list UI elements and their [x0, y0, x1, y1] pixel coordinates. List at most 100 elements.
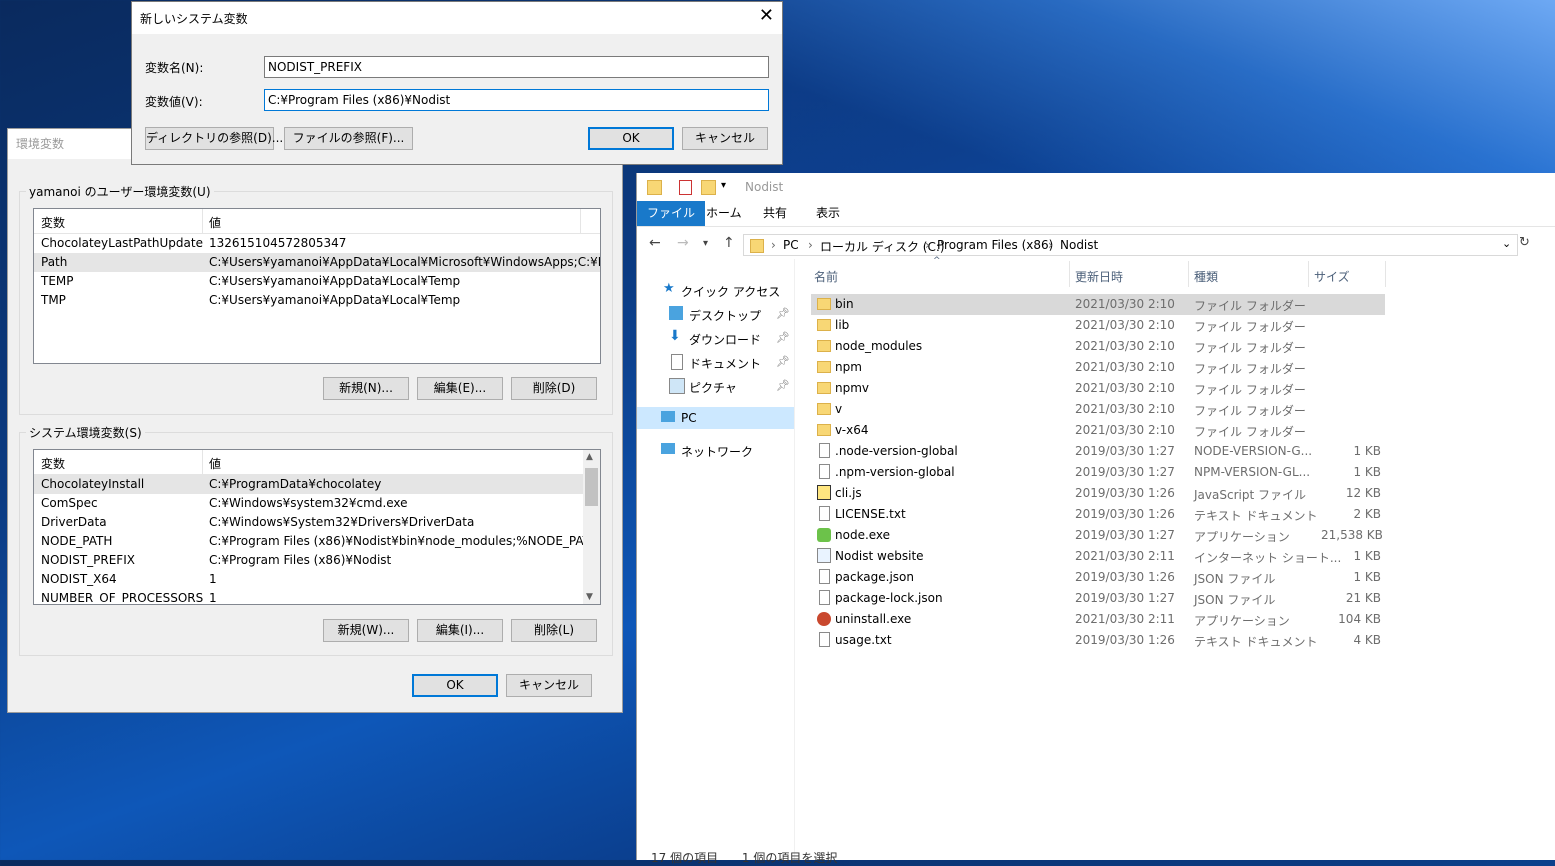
pin-icon[interactable]: 📌︎: [776, 331, 790, 344]
file-icon: [819, 506, 830, 521]
list-item[interactable]: v-x64 2021/03/30 2:10 ファイル フォルダー: [811, 420, 1385, 441]
list-item[interactable]: .node-version-global 2019/03/30 1:27 NODE-…: [811, 441, 1385, 462]
file-size: 12 KB: [1345, 486, 1381, 500]
nav-pictures[interactable]: ピクチャ 📌︎: [637, 375, 794, 397]
nav-downloads[interactable]: ⬇ ダウンロード 📌︎: [637, 327, 794, 349]
table-row[interactable]: ChocolateyInstall C:¥ProgramData¥chocolat…: [34, 475, 600, 494]
list-item[interactable]: package.json 2019/03/30 1:26 JSON ファイル 1 KB: [811, 567, 1385, 588]
tab-view[interactable]: 表示: [806, 201, 850, 226]
list-item[interactable]: LICENSE.txt 2019/03/30 1:26 テキスト ドキュメント 2 K…: [811, 504, 1385, 525]
table-row[interactable]: Path C:¥Users¥yamanoi¥AppData¥Local¥Micro…: [34, 253, 600, 272]
list-item[interactable]: lib 2021/03/30 2:10 ファイル フォルダー: [811, 315, 1385, 336]
file-type: NODE-VERSION-G...: [1194, 444, 1313, 458]
nav-quick-access[interactable]: ★ クイック アクセス: [637, 279, 794, 301]
list-item[interactable]: npm 2021/03/30 2:10 ファイル フォルダー: [811, 357, 1385, 378]
close-icon[interactable]: ✕: [759, 5, 774, 26]
env-ok-button[interactable]: OK: [412, 674, 498, 697]
tab-share[interactable]: 共有: [753, 201, 797, 226]
var-name-input[interactable]: NODIST_PREFIX: [264, 56, 769, 78]
system-vars-list[interactable]: 変数 値 ChocolateyInstall C:¥ProgramData¥cho…: [33, 449, 601, 605]
table-row[interactable]: NUMBER_OF_PROCESSORS 1: [34, 589, 600, 604]
user-new-button[interactable]: 新規(N)...: [323, 377, 409, 400]
user-edit-button[interactable]: 編集(E)...: [417, 377, 503, 400]
list-item[interactable]: Nodist website 2021/03/30 2:11 インターネット ショー…: [811, 546, 1385, 567]
nav-documents[interactable]: ドキュメント 📌︎: [637, 351, 794, 373]
customize-dropdown-icon[interactable]: ▾: [721, 180, 726, 191]
column-size[interactable]: サイズ: [1314, 268, 1350, 285]
col-var-header[interactable]: 変数: [41, 214, 65, 231]
nav-pc[interactable]: PC: [637, 407, 794, 429]
variable-name: ComSpec: [41, 496, 98, 510]
properties-icon[interactable]: [679, 180, 692, 195]
list-item[interactable]: usage.txt 2019/03/30 1:26 テキスト ドキュメント 4 KB: [811, 630, 1385, 651]
table-row[interactable]: DriverData C:¥Windows¥System32¥Drivers¥Dr…: [34, 513, 600, 532]
list-item[interactable]: node.exe 2019/03/30 1:27 アプリケーション 21,538 KB: [811, 525, 1385, 546]
refresh-icon[interactable]: ↻: [1519, 235, 1530, 250]
file-date: 2021/03/30 2:10: [1075, 297, 1175, 311]
breadcrumb-nodist[interactable]: Nodist: [1060, 238, 1098, 252]
col-val-header[interactable]: 値: [209, 214, 221, 231]
browse-directory-button[interactable]: ディレクトリの参照(D)...: [145, 127, 283, 150]
new-var-cancel-button[interactable]: キャンセル: [682, 127, 768, 150]
forward-arrow-icon[interactable]: →: [677, 235, 689, 251]
list-item[interactable]: cli.js 2019/03/30 1:26 JavaScript ファイル 12 K…: [811, 483, 1385, 504]
address-dropdown-icon[interactable]: ⌄: [1502, 237, 1511, 250]
nav-desktop[interactable]: デスクトップ 📌︎: [637, 303, 794, 325]
table-row[interactable]: TEMP C:¥Users¥yamanoi¥AppData¥Local¥Temp: [34, 272, 600, 291]
user-vars-list[interactable]: 変数 値 ChocolateyLastPathUpdate 13261510457…: [33, 208, 601, 364]
scroll-up-icon[interactable]: ▲: [586, 452, 593, 462]
list-item[interactable]: v 2021/03/30 2:10 ファイル フォルダー: [811, 399, 1385, 420]
address-bar[interactable]: › PC › ローカル ディスク (C:) › Program Files (x…: [743, 234, 1518, 256]
browse-file-button[interactable]: ファイルの参照(F)...: [284, 127, 413, 150]
list-item[interactable]: package-lock.json 2019/03/30 1:27 JSON ファイ…: [811, 588, 1385, 609]
column-type[interactable]: 種類: [1194, 268, 1218, 285]
tab-home[interactable]: ホーム: [696, 201, 752, 226]
variable-value: C:¥Program Files (x86)¥Nodist¥bin¥node_m…: [209, 534, 601, 548]
tab-file[interactable]: ファイル: [637, 201, 706, 226]
table-row[interactable]: NODIST_X64 1: [34, 570, 600, 589]
column-date[interactable]: 更新日時: [1075, 268, 1123, 285]
file-date: 2021/03/30 2:10: [1075, 423, 1175, 437]
uninstaller-icon: [817, 612, 831, 626]
column-name[interactable]: 名前: [814, 268, 838, 285]
pin-icon[interactable]: 📌︎: [776, 307, 790, 320]
system-edit-button[interactable]: 編集(I)...: [417, 619, 503, 642]
folder-icon[interactable]: [647, 180, 662, 195]
file-name: .node-version-global: [835, 444, 958, 458]
status-bar: 17 個の項目 1 個の項目を選択: [651, 849, 837, 866]
col-var-header[interactable]: 変数: [41, 455, 65, 472]
list-item[interactable]: node_modules 2021/03/30 2:10 ファイル フォルダー: [811, 336, 1385, 357]
nav-network[interactable]: ネットワーク: [637, 439, 794, 461]
list-item[interactable]: npmv 2021/03/30 2:10 ファイル フォルダー: [811, 378, 1385, 399]
system-vars-scrollbar[interactable]: ▲ ▼: [583, 450, 600, 604]
table-row[interactable]: ChocolateyLastPathUpdate 1326151045728053…: [34, 234, 600, 253]
table-row[interactable]: NODE_PATH C:¥Program Files (x86)¥Nodist¥b…: [34, 532, 600, 551]
scroll-thumb[interactable]: [585, 468, 598, 506]
new-var-ok-button[interactable]: OK: [588, 127, 674, 150]
list-item[interactable]: uninstall.exe 2021/03/30 2:11 アプリケーション 104 …: [811, 609, 1385, 630]
pin-icon[interactable]: 📌︎: [776, 355, 790, 368]
list-item[interactable]: .npm-version-global 2019/03/30 1:27 NPM-VE…: [811, 462, 1385, 483]
var-value-input[interactable]: C:¥Program Files (x86)¥Nodist: [264, 89, 769, 111]
breadcrumb-pc[interactable]: PC: [783, 238, 799, 252]
file-type: テキスト ドキュメント: [1194, 635, 1318, 649]
col-val-header[interactable]: 値: [209, 455, 221, 472]
table-row[interactable]: NODIST_PREFIX C:¥Program Files (x86)¥Nodi…: [34, 551, 600, 570]
file-icon: [819, 569, 830, 584]
user-delete-button[interactable]: 削除(D): [511, 377, 597, 400]
up-arrow-icon[interactable]: ↑: [723, 235, 735, 251]
scroll-down-icon[interactable]: ▼: [586, 592, 593, 602]
system-delete-button[interactable]: 削除(L): [511, 619, 597, 642]
table-row[interactable]: ComSpec C:¥Windows¥system32¥cmd.exe: [34, 494, 600, 513]
breadcrumb-program-files[interactable]: Program Files (x86): [937, 238, 1053, 252]
table-row[interactable]: TMP C:¥Users¥yamanoi¥AppData¥Local¥Temp: [34, 291, 600, 310]
list-item[interactable]: bin 2021/03/30 2:10 ファイル フォルダー: [811, 294, 1385, 315]
file-date: 2019/03/30 1:26: [1075, 507, 1175, 521]
file-name: package.json: [835, 570, 915, 584]
system-new-button[interactable]: 新規(W)...: [323, 619, 409, 642]
env-cancel-button[interactable]: キャンセル: [506, 674, 592, 697]
back-arrow-icon[interactable]: ←: [649, 235, 661, 251]
recent-dropdown-icon[interactable]: ▾: [703, 238, 708, 249]
new-folder-icon[interactable]: [701, 180, 716, 195]
pin-icon[interactable]: 📌︎: [776, 379, 790, 392]
